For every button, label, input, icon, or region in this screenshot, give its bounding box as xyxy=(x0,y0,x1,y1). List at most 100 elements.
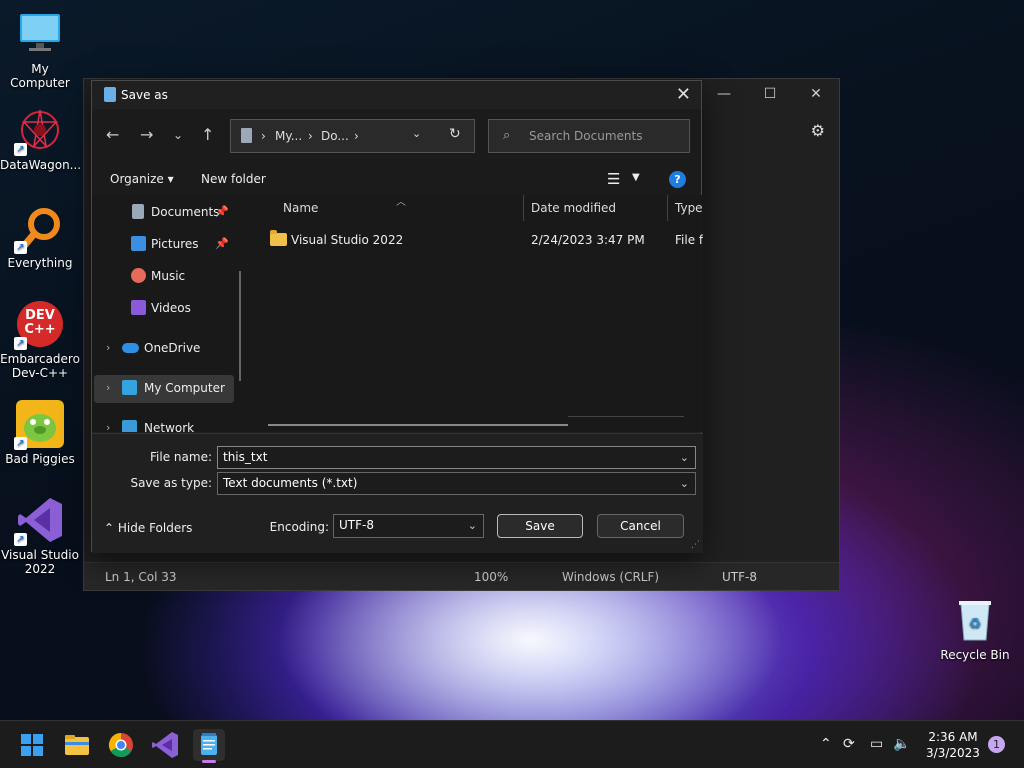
documents-icon xyxy=(132,204,144,219)
search-input[interactable]: ⌕ Search Documents xyxy=(488,119,690,153)
desktop-icon-recycle-bin[interactable]: ♻ Recycle Bin xyxy=(940,598,1010,662)
hide-folders-button[interactable]: ⌃ Hide Folders xyxy=(104,521,192,535)
chevron-down-icon[interactable]: ⌄ xyxy=(412,127,421,140)
sort-up-icon: ︿ xyxy=(396,197,406,208)
network-icon[interactable]: ▭ xyxy=(870,736,883,752)
desktop-icon-my-computer[interactable]: My Computer xyxy=(0,10,80,90)
encoding-label: Encoding: xyxy=(269,520,329,534)
active-app-indicator xyxy=(202,760,216,763)
column-divider[interactable] xyxy=(523,195,524,221)
save-button[interactable]: Save xyxy=(497,514,583,538)
resize-grip-icon[interactable]: ⋰ xyxy=(691,540,700,550)
videos-icon xyxy=(131,300,146,315)
chevron-down-icon[interactable]: ⌄ xyxy=(468,515,477,536)
file-date: 2/24/2023 3:47 PM xyxy=(531,233,645,247)
notepad-icon[interactable] xyxy=(193,729,225,761)
file-name-value: this_txt xyxy=(223,450,268,464)
nav-item-onedrive[interactable]: › OneDrive xyxy=(94,335,234,363)
nav-item-network[interactable]: › Network xyxy=(94,415,234,432)
music-icon xyxy=(131,268,146,283)
nav-item-music[interactable]: Music xyxy=(94,263,234,291)
search-placeholder: Search Documents xyxy=(529,129,643,143)
desktop-icon-visual-studio[interactable]: ↗ Visual Studio 2022 xyxy=(0,496,80,576)
sync-icon[interactable]: ⟳ xyxy=(843,736,855,752)
folder-icon xyxy=(270,230,287,246)
clock-date: 3/3/2023 xyxy=(926,746,980,760)
column-header-date[interactable]: Date modified xyxy=(531,201,616,215)
desktop-icon-bad-piggies[interactable]: ↗ Bad Piggies xyxy=(0,400,80,466)
file-name-input[interactable]: this_txt ⌄ xyxy=(217,446,696,469)
desktop-icon-label: My Computer xyxy=(10,62,70,90)
shortcut-arrow-icon: ↗ xyxy=(14,533,27,546)
up-arrow-icon[interactable]: ↑ xyxy=(201,125,214,144)
nav-item-documents[interactable]: Documents 📌 xyxy=(94,199,234,227)
nav-item-pictures[interactable]: Pictures 📌 xyxy=(94,231,234,259)
monitor-icon xyxy=(16,10,64,58)
network-icon xyxy=(122,420,137,432)
gear-icon[interactable]: ⚙ xyxy=(811,121,825,140)
breadcrumb-my-computer[interactable]: My... xyxy=(275,129,302,143)
forward-arrow-icon[interactable]: → xyxy=(140,125,153,144)
taskbar: ⌃ ⟳ ▭ 🔈 2:36 AM 3/3/2023 1 xyxy=(0,720,1024,768)
nav-item-label: My Computer xyxy=(144,381,225,395)
desktop-icon-everything[interactable]: ↗ Everything xyxy=(0,204,80,270)
desktop-icon-datawagon[interactable]: ↗ DataWagon... xyxy=(0,106,81,172)
new-folder-button[interactable]: New folder xyxy=(201,172,266,186)
dialog-footer: File name: this_txt ⌄ Save as type: Text… xyxy=(92,433,703,553)
notification-badge[interactable]: 1 xyxy=(988,736,1005,753)
desktop-icon-label: Recycle Bin xyxy=(940,648,1010,662)
organize-button[interactable]: Organize ▾ xyxy=(110,172,174,186)
chevron-right-icon[interactable]: › xyxy=(106,381,110,394)
start-icon[interactable] xyxy=(16,729,48,761)
chevron-down-icon[interactable]: ⌄ xyxy=(680,447,689,468)
chevron-up-icon[interactable]: ⌃ xyxy=(820,736,832,752)
column-header-type[interactable]: Type xyxy=(675,201,703,215)
back-arrow-icon[interactable]: ← xyxy=(106,125,119,144)
nav-item-videos[interactable]: Videos xyxy=(94,295,234,323)
visual-studio-icon[interactable] xyxy=(149,729,181,761)
column-divider[interactable] xyxy=(667,195,668,221)
dialog-navbar: ← → ⌄ ↑ › My... › Do... › ⌄ ↻ ⌕ Search D… xyxy=(92,109,701,165)
close-icon[interactable]: ✕ xyxy=(676,84,691,105)
chevron-down-icon[interactable]: ▼ xyxy=(632,172,640,183)
encoding-select[interactable]: UTF-8 ⌄ xyxy=(333,514,484,538)
horizontal-scrollbar[interactable] xyxy=(268,424,568,426)
nav-item-my-computer[interactable]: › My Computer xyxy=(94,375,234,403)
nav-item-label: OneDrive xyxy=(144,341,201,355)
nav-scrollbar[interactable] xyxy=(239,271,241,381)
search-icon: ⌕ xyxy=(503,128,511,143)
minimize-button[interactable]: — xyxy=(701,79,747,109)
breadcrumb-documents[interactable]: Do... xyxy=(321,129,349,143)
chevron-down-icon[interactable]: ⌄ xyxy=(680,473,689,494)
desktop-icon-devcpp[interactable]: DEV C++ ↗ Embarcadero Dev-C++ xyxy=(0,300,80,380)
cancel-button[interactable]: Cancel xyxy=(597,514,684,538)
chevron-right-icon[interactable]: › xyxy=(106,341,110,354)
file-row[interactable]: Visual Studio 2022 2/24/2023 3:47 PM Fil… xyxy=(250,229,703,251)
file-name-label: File name: xyxy=(150,450,212,464)
file-explorer-icon[interactable] xyxy=(61,729,93,761)
column-header-name[interactable]: Name xyxy=(283,201,318,215)
desktop-icon-label: Everything xyxy=(7,256,73,270)
chevron-right-icon[interactable]: › xyxy=(106,421,110,432)
chevron-down-icon[interactable]: ⌄ xyxy=(173,128,183,142)
address-bar[interactable]: › My... › Do... › ⌄ ↻ xyxy=(230,119,475,153)
maximize-button[interactable]: ☐ xyxy=(747,79,793,109)
volume-icon[interactable]: 🔈 xyxy=(893,736,910,752)
file-list: ︿ Name Date modified Type Visual Studio … xyxy=(250,195,703,432)
navigation-pane: Documents 📌 Pictures 📌 Music Videos › On… xyxy=(92,195,242,432)
visual-studio-icon: ↗ xyxy=(14,496,64,546)
save-as-type-select[interactable]: Text documents (*.txt) ⌄ xyxy=(217,472,696,495)
help-icon[interactable]: ? xyxy=(669,171,686,188)
refresh-icon[interactable]: ↻ xyxy=(449,126,461,142)
shortcut-arrow-icon: ↗ xyxy=(14,143,27,156)
taskbar-clock[interactable]: 2:36 AM 3/3/2023 xyxy=(918,729,988,761)
command-bar: Organize ▾ New folder ☰ ▼ ? xyxy=(92,165,701,195)
close-button[interactable]: ✕ xyxy=(793,79,839,109)
chrome-icon[interactable] xyxy=(105,729,137,761)
nav-item-label: Network xyxy=(144,421,195,432)
view-list-icon[interactable]: ☰ xyxy=(607,170,620,188)
breadcrumb-separator: › xyxy=(261,129,266,143)
scroll-track xyxy=(568,416,684,417)
zoom-level: 100% xyxy=(474,570,509,584)
pictures-icon xyxy=(131,236,146,251)
